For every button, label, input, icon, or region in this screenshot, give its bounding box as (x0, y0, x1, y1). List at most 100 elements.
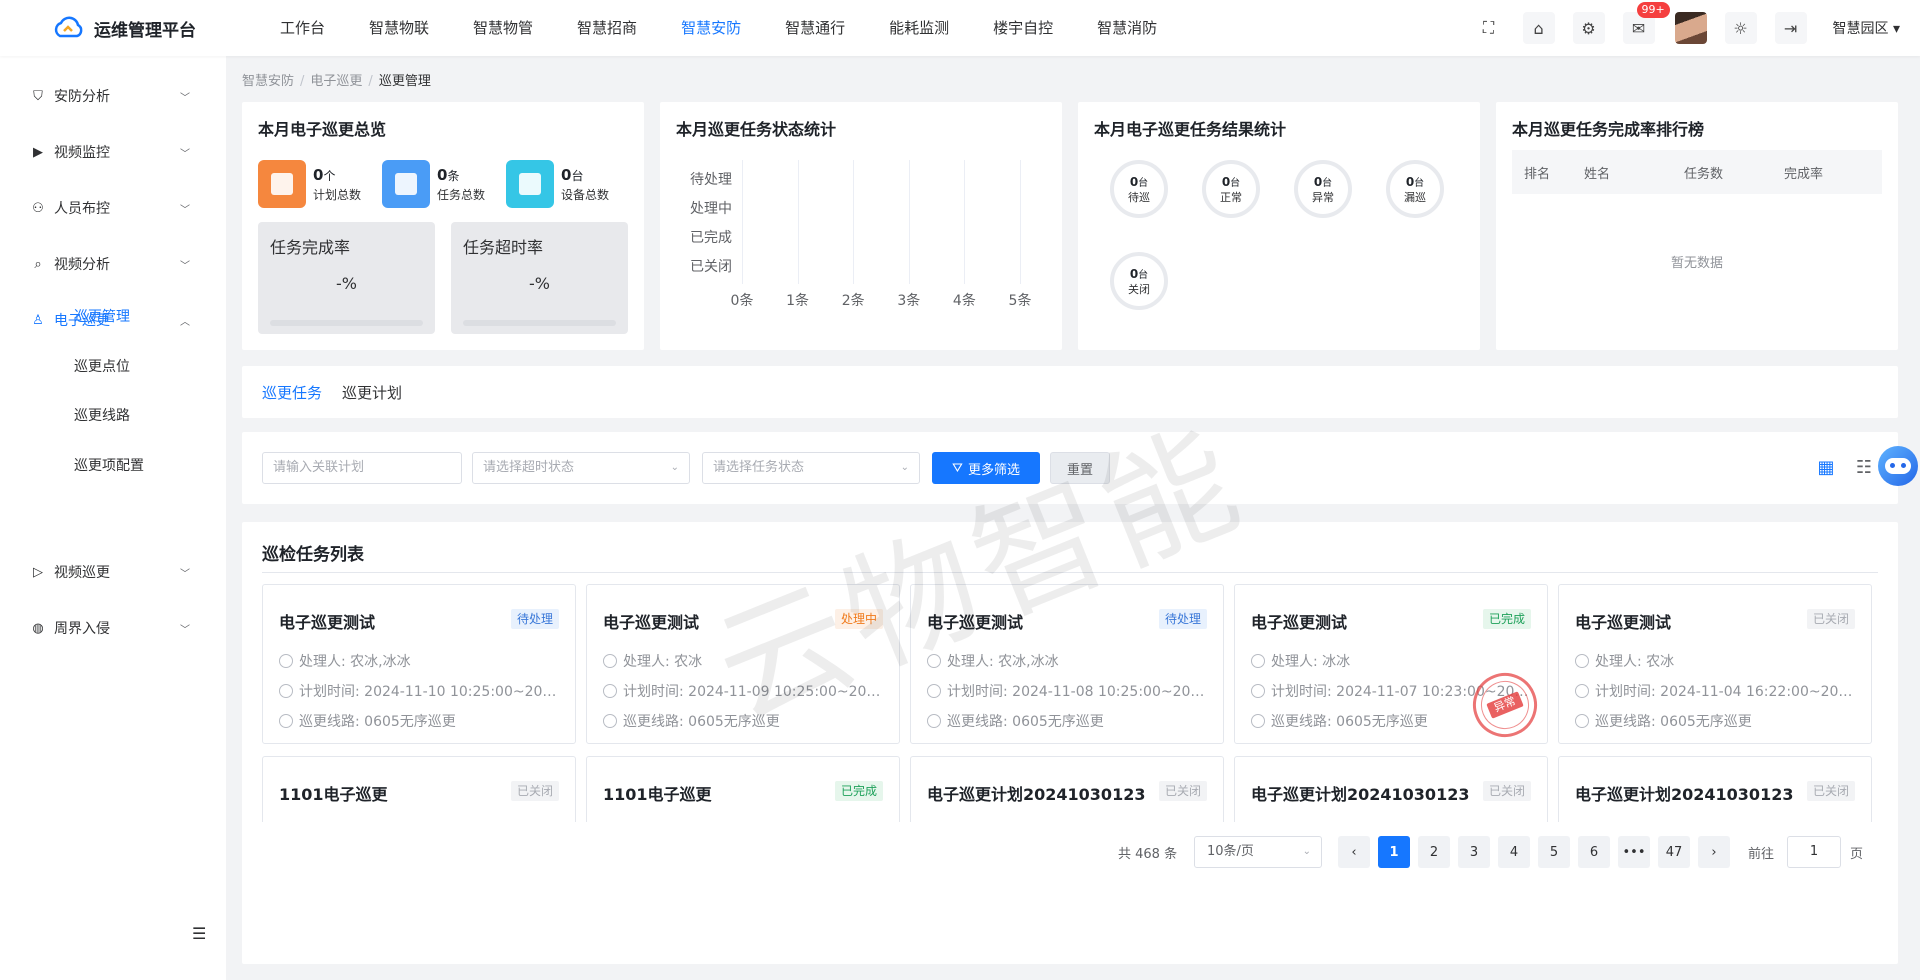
y-category-label: 已关闭 (690, 259, 732, 275)
task-card[interactable]: 1101电子巡更已完成处理人: 农冰计划时间: 2024-11-01 15:56… (586, 756, 900, 822)
task-handler: 处理人: 冰冰 (1251, 651, 1531, 671)
task-card[interactable]: 电子巡更测试 已完成 处理人: 冰冰 计划时间: 2024-11-07 10:23:0… (1234, 584, 1548, 744)
task-route: 巡更线路: 0605无序巡更 (603, 711, 883, 731)
nav-item[interactable]: 智慧物联 (347, 0, 451, 56)
task-card[interactable]: 电子巡更测试 待处理 处理人: 农冰,冰冰 计划时间: 2024-11-10 10:2… (262, 584, 576, 744)
status-badge: 已关闭 (1482, 781, 1531, 801)
x-tick-label: 1条 (786, 293, 810, 309)
sidebar-item[interactable]: ⚇ 人员布控 ﹀ (0, 188, 226, 228)
task-card[interactable]: 电子巡更计划20241030123已关闭处理人: choson1计划时间: 20… (1558, 756, 1872, 822)
chevron-down-icon: ⌄ (670, 462, 679, 473)
route-icon (1575, 714, 1589, 728)
next-page-button[interactable]: › (1698, 836, 1730, 868)
task-name: 电子巡更测试 (1251, 613, 1348, 632)
task-status-select[interactable]: 请选择任务状态 ⌄ (702, 452, 920, 484)
task-card[interactable]: 1101电子巡更已关闭处理人: 冰冰,农冰计划时间: 2024-11-01 15… (262, 756, 576, 822)
page-number-button[interactable]: 6 (1578, 836, 1610, 868)
chevron-down-icon: ﹀ (180, 624, 190, 636)
timeout-status-select[interactable]: 请选择超时状态 ⌄ (472, 452, 690, 484)
user-icon (927, 654, 941, 668)
chevron-down-icon: ﹀ (180, 568, 190, 580)
sidebar-item[interactable]: ⌕ 视频分析 ﹀ (0, 244, 226, 284)
sidebar-item-label: 安防分析 (54, 89, 110, 105)
task-route: 巡更线路: 0605无序巡更 (279, 711, 559, 731)
nav-item[interactable]: 工作台 (258, 0, 347, 56)
stat-label: 计划总数 (313, 187, 362, 202)
settings-gear-icon[interactable]: ⚙ (1572, 12, 1605, 44)
nav-item[interactable]: 智慧安防 (659, 0, 763, 56)
result-label: 待巡 (1128, 190, 1150, 204)
theme-sun-icon[interactable]: ☼ (1724, 12, 1757, 44)
grid-line (908, 160, 910, 284)
chevron-down-icon: ﹀ (180, 260, 190, 272)
tab-patrol-plans[interactable]: 巡更计划 (342, 382, 402, 403)
page-size-select[interactable]: 10条/页 ⌄ (1194, 836, 1322, 868)
assistant-robot-icon[interactable] (1878, 446, 1918, 486)
page-number-button[interactable]: 3 (1458, 836, 1490, 868)
plan-search-input[interactable]: 请输入关联计划 (262, 452, 462, 484)
page-number-button[interactable]: 4 (1498, 836, 1530, 868)
sidebar-subitem[interactable]: 巡更线路 (74, 405, 130, 425)
collapse-menu-icon[interactable]: ☰ (192, 924, 206, 943)
sidebar-item[interactable]: ▷ 视频巡更 ﹀ (0, 552, 226, 592)
page-number-button[interactable]: 5 (1538, 836, 1570, 868)
sidebar-subitem[interactable]: 巡更项配置 (74, 455, 144, 475)
sidebar-subitem[interactable]: 巡更管理 (74, 306, 130, 326)
more-filters-button[interactable]: ⛛ 更多筛选 (932, 452, 1040, 484)
nav-item[interactable]: 智慧通行 (763, 0, 867, 56)
page-number-button[interactable]: 1 (1378, 836, 1410, 868)
tab-patrol-tasks[interactable]: 巡更任务 (262, 382, 322, 403)
page-number-button[interactable]: ••• (1618, 836, 1650, 868)
task-handler: 处理人: 农冰,冰冰 (927, 651, 1207, 671)
sidebar-subitem[interactable]: 巡更点位 (74, 356, 130, 376)
prev-page-button[interactable]: ‹ (1338, 836, 1370, 868)
home-icon[interactable]: ⌂ (1522, 12, 1555, 44)
x-tick-label: 0条 (730, 293, 754, 309)
reset-button[interactable]: 重置 (1050, 452, 1110, 484)
task-card[interactable]: 电子巡更计划20241030123已关闭处理人: choson1计划时间: 20… (1234, 756, 1548, 822)
nav-item[interactable]: 智慧招商 (555, 0, 659, 56)
user-avatar[interactable] (1674, 12, 1707, 44)
nav-item[interactable]: 智慧物管 (451, 0, 555, 56)
sidebar-item[interactable]: ⛉ 安防分析 ﹀ (0, 76, 226, 116)
task-card[interactable]: 电子巡更测试 待处理 处理人: 农冰,冰冰 计划时间: 2024-11-08 10:2… (910, 584, 1224, 744)
task-card[interactable]: 电子巡更测试 处理中 处理人: 农冰 计划时间: 2024-11-09 10:25:0… (586, 584, 900, 744)
x-tick-label: 3条 (897, 293, 921, 309)
page-number-button[interactable]: 2 (1418, 836, 1450, 868)
ranking-title: 本月巡更任务完成率排行榜 (1512, 120, 1705, 139)
result-stats-card: 本月电子巡更任务结果统计 0台 待巡 0台 正常 0台 异常 0台 漏巡 0台 关闭 (1078, 102, 1480, 350)
sidebar-item[interactable]: ◍ 周界入侵 ﹀ (0, 608, 226, 648)
page-suffix: 页 (1850, 846, 1864, 862)
task-handler: 处理人: 农冰 (1575, 651, 1855, 671)
video-search-icon: ⌕ (34, 256, 42, 272)
app-logo[interactable]: 运维管理平台 (0, 16, 232, 41)
nav-item[interactable]: 楼宇自控 (971, 0, 1075, 56)
breadcrumb-item[interactable]: 智慧安防 (242, 74, 294, 89)
result-unit: 台 (1138, 269, 1149, 281)
timeout-rate-value: -% (529, 274, 550, 293)
nav-item[interactable]: 能耗监测 (867, 0, 971, 56)
task-card[interactable]: 电子巡更测试 已关闭 处理人: 农冰 计划时间: 2024-11-04 16:22:0… (1558, 584, 1872, 744)
task-handler: 处理人: 农冰,冰冰 (279, 651, 559, 671)
result-unit: 台 (1138, 177, 1149, 189)
grid-view-icon[interactable]: ▦ (1816, 458, 1836, 478)
fullscreen-icon[interactable]: ⛶ (1473, 12, 1505, 44)
mail-icon[interactable]: ✉ 99+ (1622, 2, 1670, 44)
status-chart-card: 本月巡更任务状态统计 0条 1条 2条 3条 4条 5条 待处理 处理中 已完成 已关闭 (660, 102, 1062, 350)
park-switcher[interactable]: 智慧园区 ▾ (1833, 18, 1900, 38)
page-number-button[interactable]: 47 (1658, 836, 1690, 868)
sidebar-item[interactable]: ▶ 视频监控 ﹀ (0, 132, 226, 172)
status-badge: 待处理 (1158, 609, 1207, 629)
route-icon (927, 714, 941, 728)
breadcrumb-item[interactable]: 电子巡更 (310, 74, 362, 89)
nav-item[interactable]: 智慧消防 (1075, 0, 1179, 56)
completion-rate-box: 任务完成率 -% (258, 222, 435, 334)
sidebar-item-label: 视频分析 (54, 257, 110, 273)
tabs-bar: 巡更任务 巡更计划 (242, 366, 1898, 418)
grid-line (964, 160, 966, 284)
task-card[interactable]: 电子巡更计划20241030123已关闭处理人: choson1计划时间: 20… (910, 756, 1224, 822)
goto-page-input[interactable]: 1 (1787, 836, 1841, 868)
list-view-icon[interactable]: ☷ (1854, 458, 1874, 478)
logout-icon[interactable]: ⇥ (1774, 12, 1807, 44)
grid-line (797, 160, 799, 284)
